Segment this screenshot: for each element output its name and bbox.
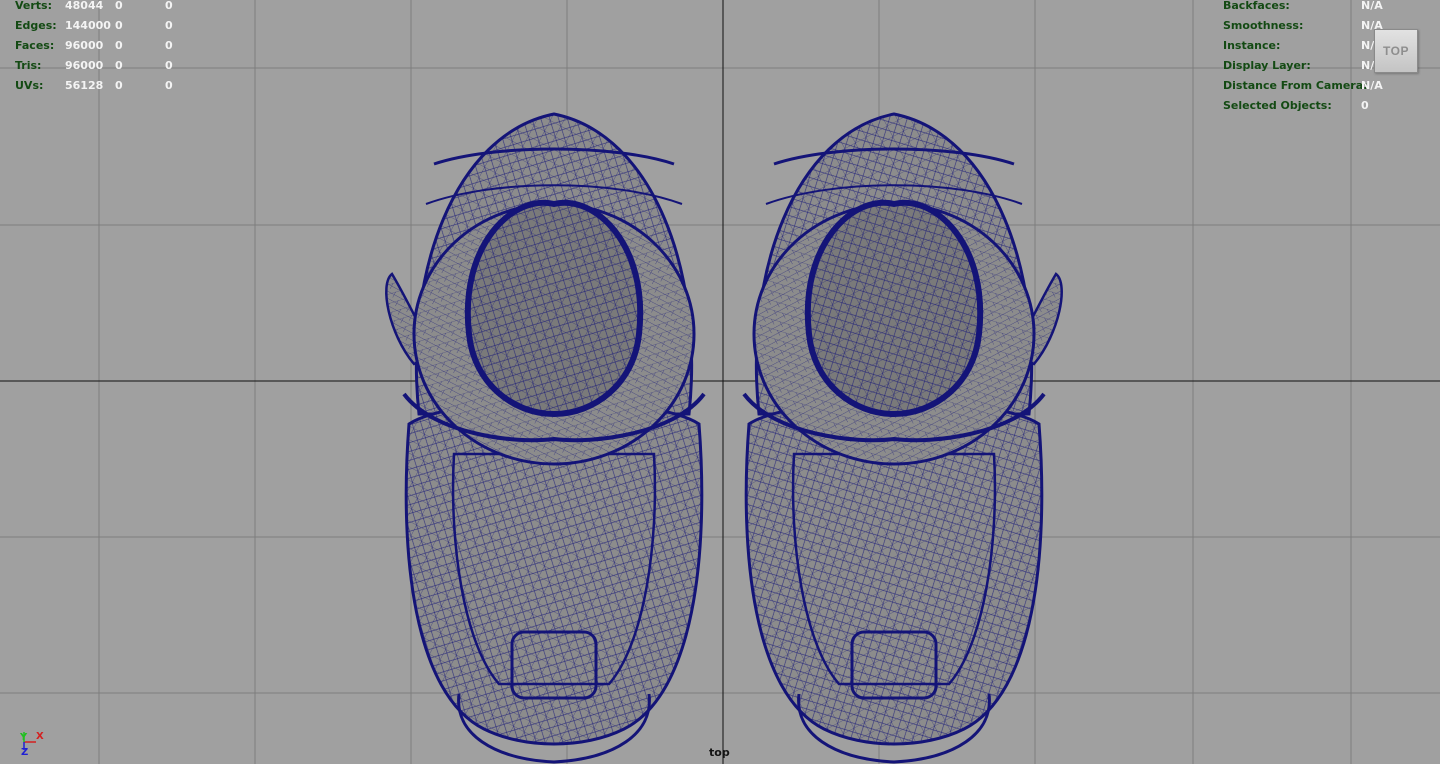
axis-z-label: Z: [21, 747, 28, 758]
object-stat-label: Instance:: [1223, 39, 1281, 52]
poly-stat-label: Edges:: [15, 19, 57, 32]
axis-y-label: Y: [19, 732, 28, 743]
poly-stat-label: Faces:: [15, 39, 55, 52]
poly-stat-value: 96000: [65, 59, 104, 72]
poly-stat-value: 0: [165, 59, 173, 72]
poly-stat-row: Verts: 48044 0 0: [15, 0, 215, 16]
poly-stat-value: 0: [165, 19, 173, 32]
poly-stat-label: Verts:: [15, 0, 53, 12]
poly-stat-row: Tris: 96000 0 0: [15, 56, 215, 76]
poly-stat-value: 144000: [65, 19, 111, 32]
poly-stat-value: 0: [115, 0, 123, 12]
object-stat-label: Distance From Camera:: [1223, 79, 1368, 92]
poly-stat-label: UVs:: [15, 79, 44, 92]
poly-stat-value: 56128: [65, 79, 104, 92]
object-stat-value: N/A: [1361, 0, 1383, 12]
poly-stat-value: 0: [165, 0, 173, 12]
poly-stat-value: 48044: [65, 0, 104, 12]
poly-stat-value: 96000: [65, 39, 104, 52]
poly-stat-value: 0: [115, 39, 123, 52]
object-stat-row: Selected Objects: 0: [1223, 96, 1433, 116]
poly-stat-row: UVs: 56128 0 0: [15, 76, 215, 96]
object-stat-value: N/A: [1361, 79, 1383, 92]
object-stat-label: Selected Objects:: [1223, 99, 1332, 112]
object-stat-label: Smoothness:: [1223, 19, 1304, 32]
object-stat-label: Backfaces:: [1223, 0, 1290, 12]
camera-name-label: top: [709, 746, 730, 759]
poly-stat-label: Tris:: [15, 59, 42, 72]
poly-stat-value: 0: [115, 59, 123, 72]
object-stat-row: Backfaces: N/A: [1223, 0, 1433, 16]
viewcube-top[interactable]: TOP: [1374, 29, 1418, 73]
object-stat-row: Distance From Camera: N/A: [1223, 76, 1433, 96]
poly-stat-value: 0: [165, 79, 173, 92]
poly-stat-value: 0: [115, 79, 123, 92]
poly-stat-row: Edges: 144000 0 0: [15, 16, 215, 36]
poly-stat-value: 0: [115, 19, 123, 32]
poly-stat-row: Faces: 96000 0 0: [15, 36, 215, 56]
poly-stat-value: 0: [165, 39, 173, 52]
object-stat-value: 0: [1361, 99, 1369, 112]
poly-count-hud: Verts: 48044 0 0 Edges: 144000 0 0 Faces: 96000 0 0…: [15, 0, 215, 96]
object-stat-label: Display Layer:: [1223, 59, 1311, 72]
axis-x-label: X: [36, 731, 44, 742]
axis-gizmo-icon: Y X Z: [19, 731, 44, 758]
